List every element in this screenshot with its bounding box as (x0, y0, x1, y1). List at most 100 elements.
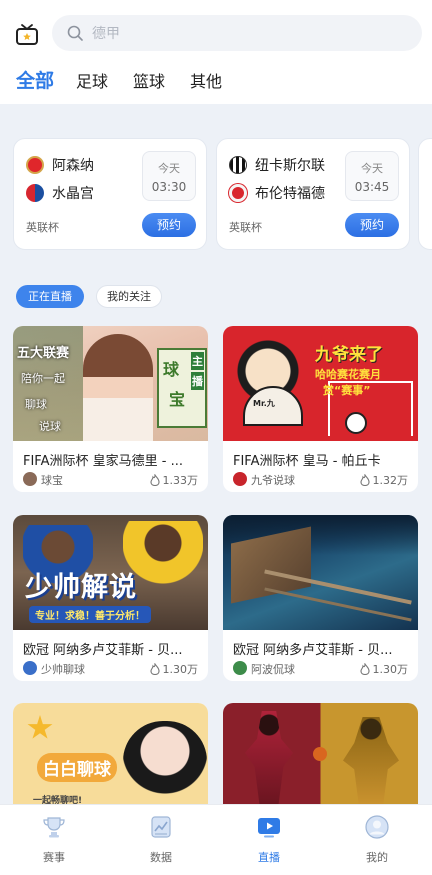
chart-icon (151, 816, 171, 838)
stream-card[interactable]: 白白聊球 一起畅聊吧! (13, 703, 208, 804)
stream-title: FIFA洲际杯 皇马 - 帕丘卡 (233, 454, 381, 469)
thumb-caption: 哈哈赛花赛月 (315, 368, 381, 381)
tab-all[interactable]: 全部 (16, 66, 54, 93)
search-input[interactable]: 德甲 (52, 15, 422, 51)
thumb-caption: Mr.九 (253, 399, 275, 408)
reserve-button[interactable]: 预约 (142, 213, 196, 237)
viewer-count: 1.32万 (359, 472, 409, 488)
stream-thumbnail: 五大联赛 陪你一起 聊球 说球 球 宝 主 播 (13, 326, 208, 441)
filter-live[interactable]: 正在直播 (16, 285, 84, 308)
thumb-caption: 球 (163, 360, 180, 379)
flame-icon (359, 474, 370, 486)
tab-basketball[interactable]: 篮球 (133, 68, 165, 92)
away-team: 布伦特福德 (229, 183, 325, 203)
viewer-count-text: 1.30万 (372, 663, 409, 676)
search-icon (67, 25, 83, 41)
league-name: 英联杯 (26, 221, 59, 234)
stream-title: 欧冠 阿纳多卢艾菲斯 - 贝... (23, 643, 183, 658)
nav-data[interactable]: 数据 (131, 815, 191, 865)
stream-title: 欧冠 阿纳多卢艾菲斯 - 贝... (233, 643, 393, 658)
thumb-caption: 白白聊球 (37, 753, 117, 782)
reserve-button[interactable]: 预约 (345, 213, 399, 237)
match-clock: 03:45 (354, 180, 390, 194)
brentford-logo-icon (229, 184, 247, 202)
stream-card[interactable] (223, 703, 418, 804)
home-team-name: 阿森纳 (52, 158, 94, 174)
streamer-name: 球宝 (41, 474, 63, 487)
match-card[interactable]: 纽卡斯尔联 布伦特福德 今天 03:45 英联杯 预约 (216, 138, 410, 250)
away-team-name: 水晶宫 (52, 186, 94, 202)
stream-card[interactable]: 少帅解说 专业！求稳！善于分析！ 欧冠 阿纳多卢艾菲斯 - 贝... 少帅聊球 … (13, 515, 208, 681)
thumb-caption: 主 (191, 352, 204, 370)
viewer-count: 1.30万 (149, 661, 199, 677)
thumb-caption: 赏“赛事” (323, 384, 371, 397)
streamer-name: 九爷说球 (251, 474, 295, 487)
away-team: 水晶宫 (26, 183, 94, 203)
home-team: 阿森纳 (26, 155, 94, 175)
thumb-caption: 五大联赛 (17, 346, 70, 361)
viewer-count-text: 1.30万 (162, 663, 199, 676)
thumb-caption: 宝 (169, 390, 186, 409)
thumb-caption: 说球 (39, 420, 61, 433)
match-clock: 03:30 (151, 180, 187, 194)
thumb-caption: 陪你一起 (21, 372, 65, 385)
thumb-caption: 播 (191, 372, 204, 390)
nav-live[interactable]: 直播 (239, 815, 299, 865)
match-time: 今天 03:30 (142, 151, 196, 201)
crystal-palace-logo-icon (26, 184, 44, 202)
league-name: 英联杯 (229, 221, 262, 234)
match-card[interactable]: 阿森纳 水晶宫 今天 03:30 英联杯 预约 (13, 138, 207, 250)
tab-football[interactable]: 足球 (76, 68, 108, 92)
viewer-count-text: 1.33万 (162, 474, 199, 487)
tab-other[interactable]: 其他 (190, 68, 222, 92)
search-placeholder: 德甲 (92, 26, 120, 42)
nav-events[interactable]: 赛事 (24, 815, 84, 865)
stream-card[interactable]: 九爷来了 哈哈赛花赛月 赏“赛事” Mr.九 FIFA洲际杯 皇马 - 帕丘卡 … (223, 326, 418, 492)
avatar (23, 472, 37, 486)
nav-label: 数据 (150, 851, 172, 864)
thumb-caption: 九爷来了 (315, 345, 383, 365)
nav-label: 赛事 (43, 851, 65, 864)
home-team-name: 纽卡斯尔联 (255, 158, 325, 174)
category-tabs: 全部 足球 篮球 其他 (0, 64, 432, 98)
filter-following[interactable]: 我的关注 (96, 285, 162, 308)
stream-thumbnail: 白白聊球 一起畅聊吧! (13, 703, 208, 804)
profile-icon (365, 815, 389, 839)
match-carousel[interactable]: 阿森纳 水晶宫 今天 03:30 英联杯 预约 纽卡斯尔联 布伦特福德 今天 0… (0, 138, 432, 254)
stream-thumbnail (223, 703, 418, 804)
match-card-partial[interactable] (418, 138, 432, 250)
trophy-icon (43, 817, 65, 838)
thumb-caption: 少帅解说 (25, 572, 137, 603)
match-day: 今天 (158, 162, 180, 175)
thumb-caption: 聊球 (25, 398, 47, 411)
stream-thumbnail: 九爷来了 哈哈赛花赛月 赏“赛事” Mr.九 (223, 326, 418, 441)
avatar (233, 661, 247, 675)
nav-label: 直播 (258, 851, 280, 864)
tv-icon[interactable] (14, 22, 40, 48)
viewer-count-text: 1.32万 (372, 474, 409, 487)
thumb-caption: 一起畅聊吧! (33, 796, 83, 804)
stream-card[interactable]: 五大联赛 陪你一起 聊球 说球 球 宝 主 播 FIFA洲际杯 皇家马德里 - … (13, 326, 208, 492)
thumb-caption: 专业！求稳！善于分析！ (29, 606, 151, 623)
avatar (233, 472, 247, 486)
newcastle-logo-icon (229, 156, 247, 174)
flame-icon (359, 663, 370, 675)
arsenal-logo-icon (26, 156, 44, 174)
flame-icon (149, 474, 160, 486)
streamer-name: 少帅聊球 (41, 663, 85, 676)
nav-profile[interactable]: 我的 (347, 815, 407, 865)
match-time: 今天 03:45 (345, 151, 399, 201)
away-team-name: 布伦特福德 (255, 186, 325, 202)
stream-thumbnail: 少帅解说 专业！求稳！善于分析！ (13, 515, 208, 630)
nav-label: 我的 (366, 851, 388, 864)
home-team: 纽卡斯尔联 (229, 155, 325, 175)
bottom-navigation: 赛事 数据 直播 我的 (0, 804, 432, 875)
live-tv-icon (258, 818, 280, 838)
viewer-count: 1.33万 (149, 472, 199, 488)
top-header: 德甲 全部 足球 篮球 其他 (0, 0, 432, 104)
viewer-count: 1.30万 (359, 661, 409, 677)
stream-title: FIFA洲际杯 皇家马德里 - ... (23, 454, 183, 469)
flame-icon (149, 663, 160, 675)
streamer-name: 阿波侃球 (251, 663, 295, 676)
stream-card[interactable]: 欧冠 阿纳多卢艾菲斯 - 贝... 阿波侃球 1.30万 (223, 515, 418, 681)
